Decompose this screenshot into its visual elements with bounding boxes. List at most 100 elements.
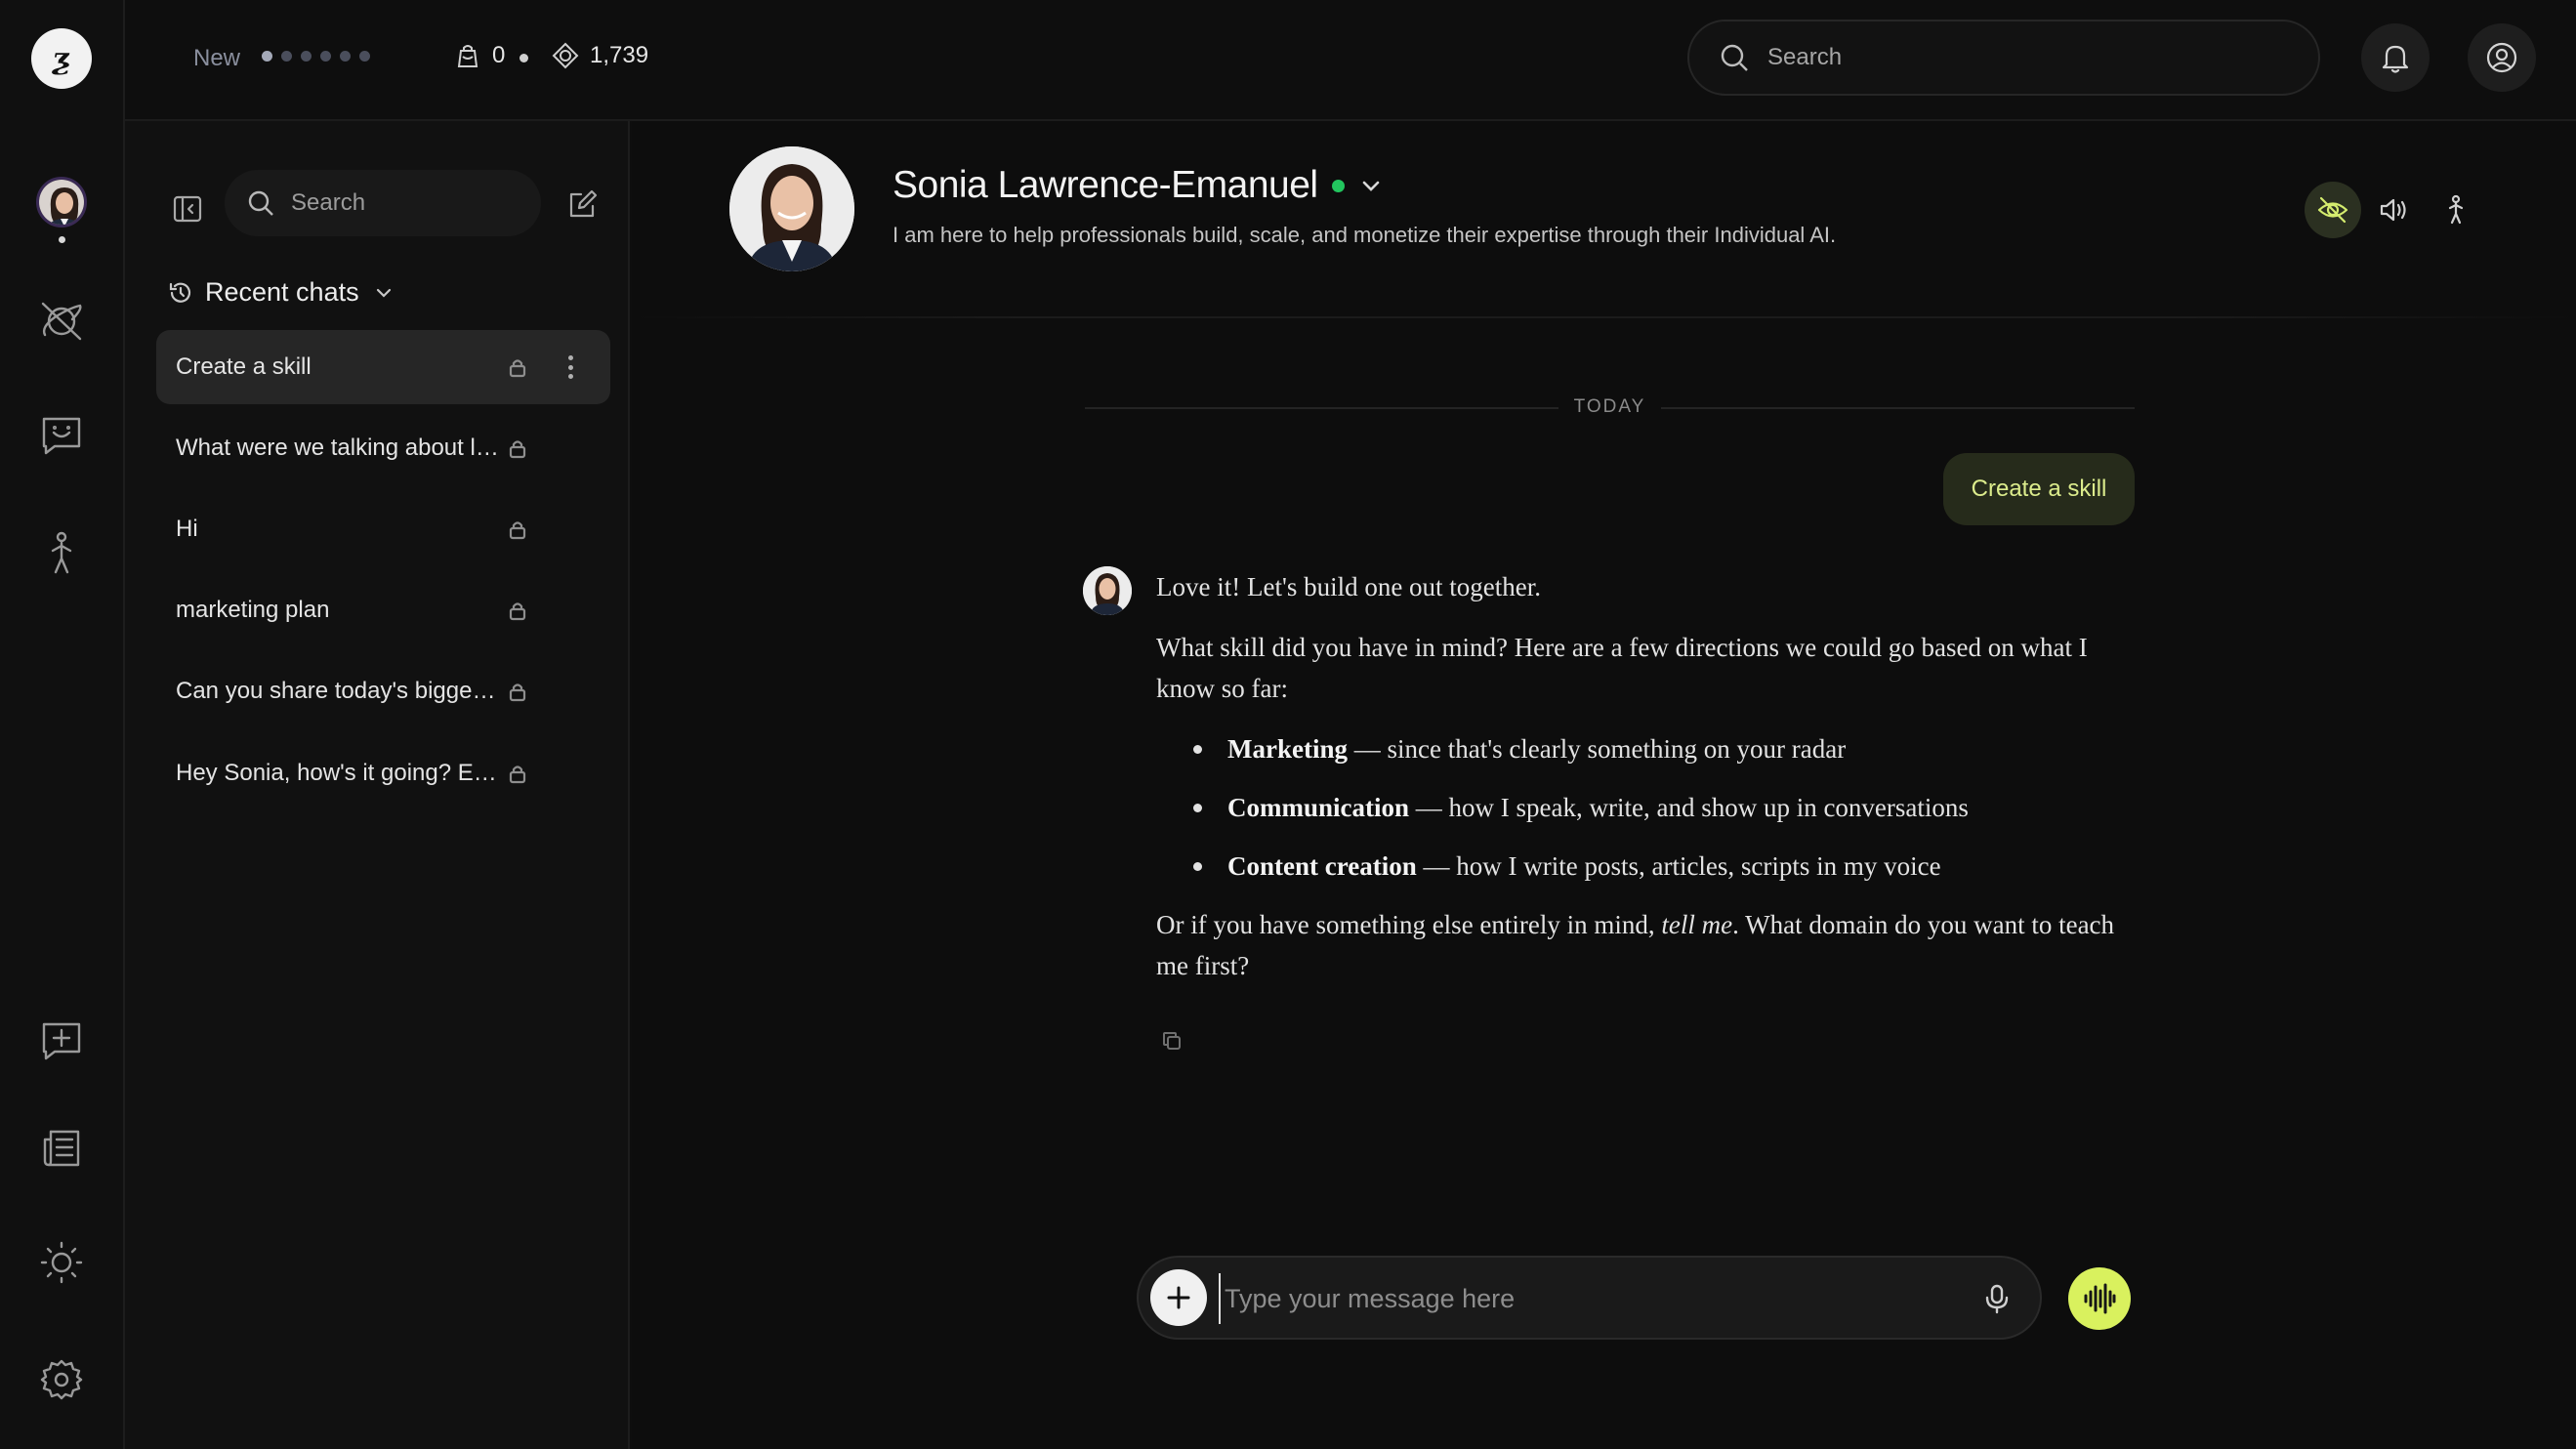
search-icon	[248, 190, 273, 216]
feedback-icon	[42, 1022, 81, 1060]
chat-item-create-a-skill[interactable]: Create a skill	[156, 330, 610, 404]
collapse-panel-button[interactable]	[168, 189, 207, 228]
chat-search[interactable]: Search	[225, 170, 541, 236]
profile-name: Sonia Lawrence-Emanuel	[893, 164, 1318, 206]
chat-item[interactable]: Hey Sonia, how's it going? Excited to ch…	[156, 736, 610, 810]
lock-icon	[506, 762, 529, 785]
lock-icon	[506, 436, 529, 460]
separator-dot	[519, 54, 528, 62]
chat-item-title: Hi	[176, 516, 198, 542]
bot-paragraph: Love it! Let's build one out together.	[1156, 572, 1542, 601]
waveform-icon	[2084, 1283, 2116, 1314]
copy-icon	[1163, 1032, 1181, 1050]
rail-chats[interactable]	[33, 407, 90, 464]
top-bar: New 0 1,739 Search	[125, 0, 2576, 121]
bot-bullet: Content creation — how I write posts, ar…	[1156, 846, 2142, 887]
rail-persona[interactable]	[33, 525, 90, 582]
audio-toggle-button[interactable]	[2366, 182, 2423, 238]
progress-dot	[359, 51, 370, 62]
theme-sun-icon	[40, 1241, 83, 1284]
chat-item-title: Hey Sonia, how's it going? Excited to ch…	[176, 760, 503, 786]
profile-name-row[interactable]: Sonia Lawrence-Emanuel	[893, 164, 1384, 207]
chat-item[interactable]: Hi	[156, 492, 610, 566]
day-separator: TODAY	[1085, 393, 2135, 422]
history-icon	[169, 282, 191, 303]
visibility-toggle-button[interactable]	[2305, 182, 2361, 238]
progress-dot	[340, 51, 351, 62]
chat-item[interactable]: marketing plan	[156, 573, 610, 647]
plus-icon	[1167, 1286, 1190, 1309]
bot-portrait-icon	[1083, 566, 1132, 615]
lock-icon	[506, 518, 529, 541]
active-indicator	[59, 236, 65, 243]
chat-icon	[42, 417, 81, 455]
bullet-bold: Communication	[1227, 793, 1410, 822]
day-label: TODAY	[1558, 396, 1662, 418]
profile-button[interactable]	[2468, 23, 2536, 92]
progress-dot	[320, 51, 331, 62]
message-input[interactable]	[1219, 1273, 1941, 1324]
eye-off-icon	[2317, 196, 2348, 224]
sidebar-toggle-icon	[173, 195, 202, 223]
bullet-bold: Marketing	[1227, 734, 1348, 764]
bell-icon	[2382, 45, 2409, 73]
progress-dot	[262, 51, 272, 62]
coin-icon	[552, 42, 579, 69]
bot-paragraph: Or if you have something else entirely i…	[1156, 904, 2142, 986]
rail-settings[interactable]	[33, 1351, 90, 1408]
bot-paragraph: What skill did you have in mind? Here ar…	[1156, 633, 2088, 703]
bag-counter[interactable]: 0	[453, 41, 505, 70]
profile-description: I am here to help professionals build, s…	[893, 223, 1837, 247]
rail-news[interactable]	[33, 1120, 90, 1177]
recent-chats-label: Recent chats	[205, 277, 359, 307]
chat-item[interactable]: Can you share today's biggest news?	[156, 654, 610, 728]
global-search[interactable]: Search	[1687, 20, 2320, 96]
bullet-bold: Content creation	[1227, 851, 1417, 881]
new-label: New	[193, 45, 241, 71]
explore-icon	[41, 302, 82, 341]
attach-button[interactable]	[1150, 1269, 1207, 1326]
bullet-text: — how I speak, write, and show up in con…	[1409, 793, 1969, 822]
bot-bullet: Marketing — since that's clearly somethi…	[1156, 728, 2142, 769]
global-search-placeholder: Search	[1767, 44, 1843, 70]
chat-item-title: Create a skill	[176, 353, 312, 380]
copy-message-button[interactable]	[1156, 1025, 1187, 1056]
coin-counter[interactable]: 1,739	[551, 41, 648, 70]
progress-dot	[301, 51, 312, 62]
compose-icon	[569, 189, 598, 218]
progress-dot	[281, 51, 292, 62]
bot-emphasis: tell me	[1661, 910, 1733, 939]
user-circle-icon	[2486, 42, 2517, 73]
dictation-button[interactable]	[1976, 1277, 2017, 1320]
rail-theme-toggle[interactable]	[33, 1234, 90, 1291]
chevron-down-icon	[1362, 181, 1379, 191]
profile-portrait-icon	[729, 146, 854, 271]
lock-icon	[506, 680, 529, 703]
lock-icon	[506, 599, 529, 622]
online-status-dot	[1331, 179, 1345, 192]
chat-main: Sonia Lawrence-Emanuel I am here to help…	[632, 121, 2576, 1449]
lock-icon	[506, 355, 529, 379]
recent-chats-header[interactable]: Recent chats	[168, 277, 396, 308]
bot-avatar	[1083, 566, 1132, 615]
chat-item[interactable]: What were we talking about last time?	[156, 411, 610, 485]
app-logo[interactable]: ƺ	[31, 28, 92, 89]
rail-explore[interactable]	[33, 292, 90, 349]
voice-mode-button[interactable]	[2068, 1267, 2131, 1330]
notifications-button[interactable]	[2361, 23, 2430, 92]
profile-avatar[interactable]	[729, 146, 854, 271]
user-message-text: Create a skill	[1971, 476, 2107, 502]
new-chat-button[interactable]	[562, 186, 602, 225]
microphone-icon	[1985, 1284, 2009, 1314]
persona-button[interactable]	[2428, 182, 2484, 238]
more-options-icon[interactable]	[561, 352, 580, 383]
logo-text: ƺ	[52, 41, 71, 76]
search-icon	[1721, 44, 1748, 71]
bag-count: 0	[492, 42, 506, 68]
user-message-bubble: Create a skill	[1943, 453, 2135, 525]
avatar[interactable]	[36, 177, 87, 228]
header-divider	[632, 316, 2576, 318]
rail-feedback[interactable]	[33, 1013, 90, 1069]
speaker-icon	[2380, 198, 2406, 222]
onboarding-progress	[262, 51, 370, 62]
